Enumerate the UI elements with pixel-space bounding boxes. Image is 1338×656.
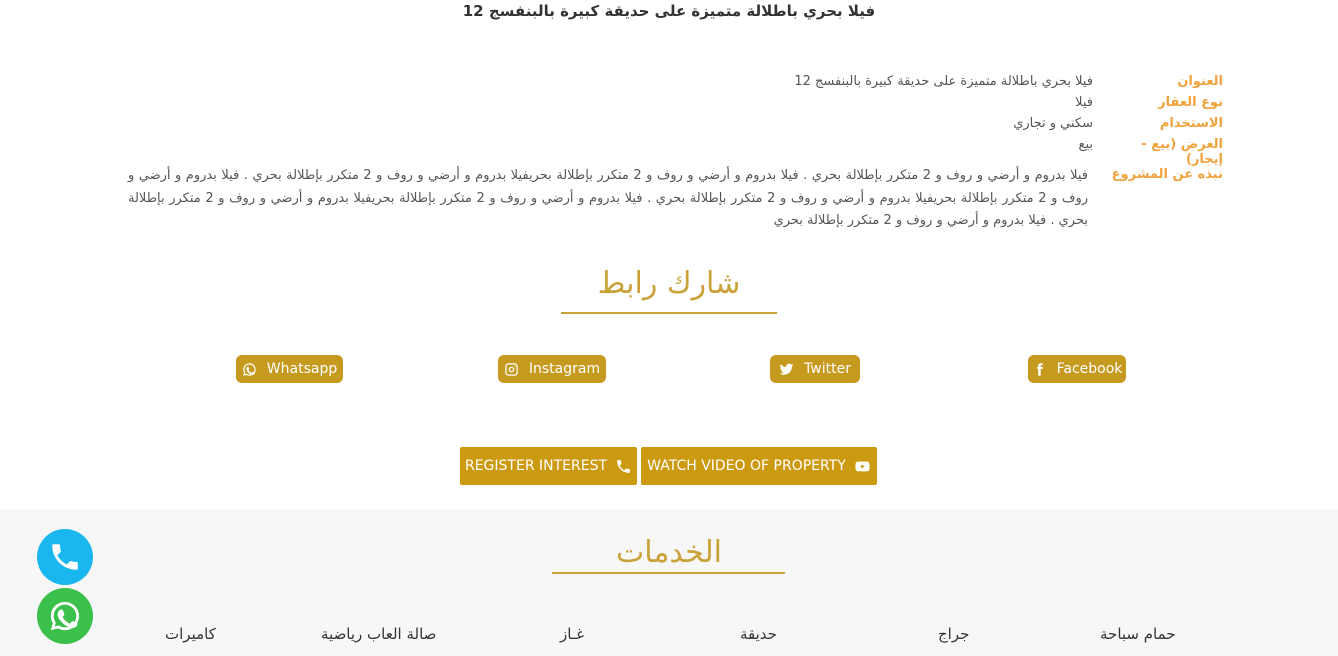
phone-icon	[52, 544, 78, 570]
service-item: غـاز	[560, 625, 585, 643]
watch-video-label: WATCH VIDEO OF PROPERTY	[647, 458, 846, 474]
facebook-icon	[1036, 362, 1043, 376]
purpose-label: الغرض (بيع - إيجار)	[1141, 137, 1223, 167]
services-section: الخدمات حمام سباحة جراج حديقة غـاز صالة …	[0, 509, 1338, 656]
floating-call-button[interactable]	[37, 529, 93, 585]
address-label: العنوان	[1177, 74, 1223, 89]
services-heading-underline	[552, 572, 785, 574]
services-heading: الخدمات	[615, 535, 723, 570]
whatsapp-share-button[interactable]: Whatsapp	[236, 355, 343, 383]
facebook-share-button[interactable]: Facebook	[1028, 355, 1126, 383]
register-interest-button[interactable]: REGISTER INTEREST	[460, 447, 637, 485]
service-item: حمام سباحة	[1100, 625, 1176, 643]
whatsapp-label: Whatsapp	[266, 361, 338, 377]
property-details: العنوان فيلا بحري باطلالة متميزة على حدي…	[0, 70, 1338, 240]
usage-label: الاستخدام	[1159, 116, 1223, 131]
service-item: حديقة	[740, 625, 777, 643]
floating-whatsapp-button[interactable]	[37, 588, 93, 644]
service-item: جراج	[938, 625, 970, 643]
instagram-share-button[interactable]: Instagram	[498, 355, 606, 383]
address-value: فيلا بحري باطلالة متميزة على حديقة كبيرة…	[794, 74, 1093, 89]
type-label: نوع العقار	[1158, 95, 1223, 110]
share-heading: شارك رابط	[597, 266, 741, 301]
register-interest-label: REGISTER INTEREST	[464, 458, 608, 474]
type-value: فيلا	[1075, 95, 1093, 110]
whatsapp-icon	[50, 601, 80, 631]
watch-video-button[interactable]: WATCH VIDEO OF PROPERTY	[641, 447, 877, 485]
instagram-label: Instagram	[528, 361, 601, 377]
page-title: فيلا بحري باطلالة متميزة على حديقة كبيرة…	[462, 2, 876, 20]
service-item: كاميرات	[165, 625, 216, 643]
purpose-value: بيع	[1078, 137, 1093, 152]
twitter-share-button[interactable]: Twitter	[770, 355, 860, 383]
youtube-icon	[855, 461, 870, 471]
service-item: صالة العاب رياضية	[321, 625, 437, 643]
instagram-icon	[505, 362, 518, 376]
share-heading-underline	[561, 312, 777, 314]
about-value: فيلا بدروم و أرضي و روف و 2 متكرر بإطلال…	[128, 168, 1089, 228]
about-label: نبذه عن المشروع	[1111, 167, 1223, 182]
whatsapp-icon	[243, 362, 256, 376]
twitter-icon	[779, 363, 794, 375]
phone-icon	[617, 459, 630, 473]
usage-value: سكني و تجاري	[1013, 116, 1093, 131]
twitter-label: Twitter	[804, 361, 851, 377]
facebook-label: Facebook	[1056, 361, 1123, 377]
